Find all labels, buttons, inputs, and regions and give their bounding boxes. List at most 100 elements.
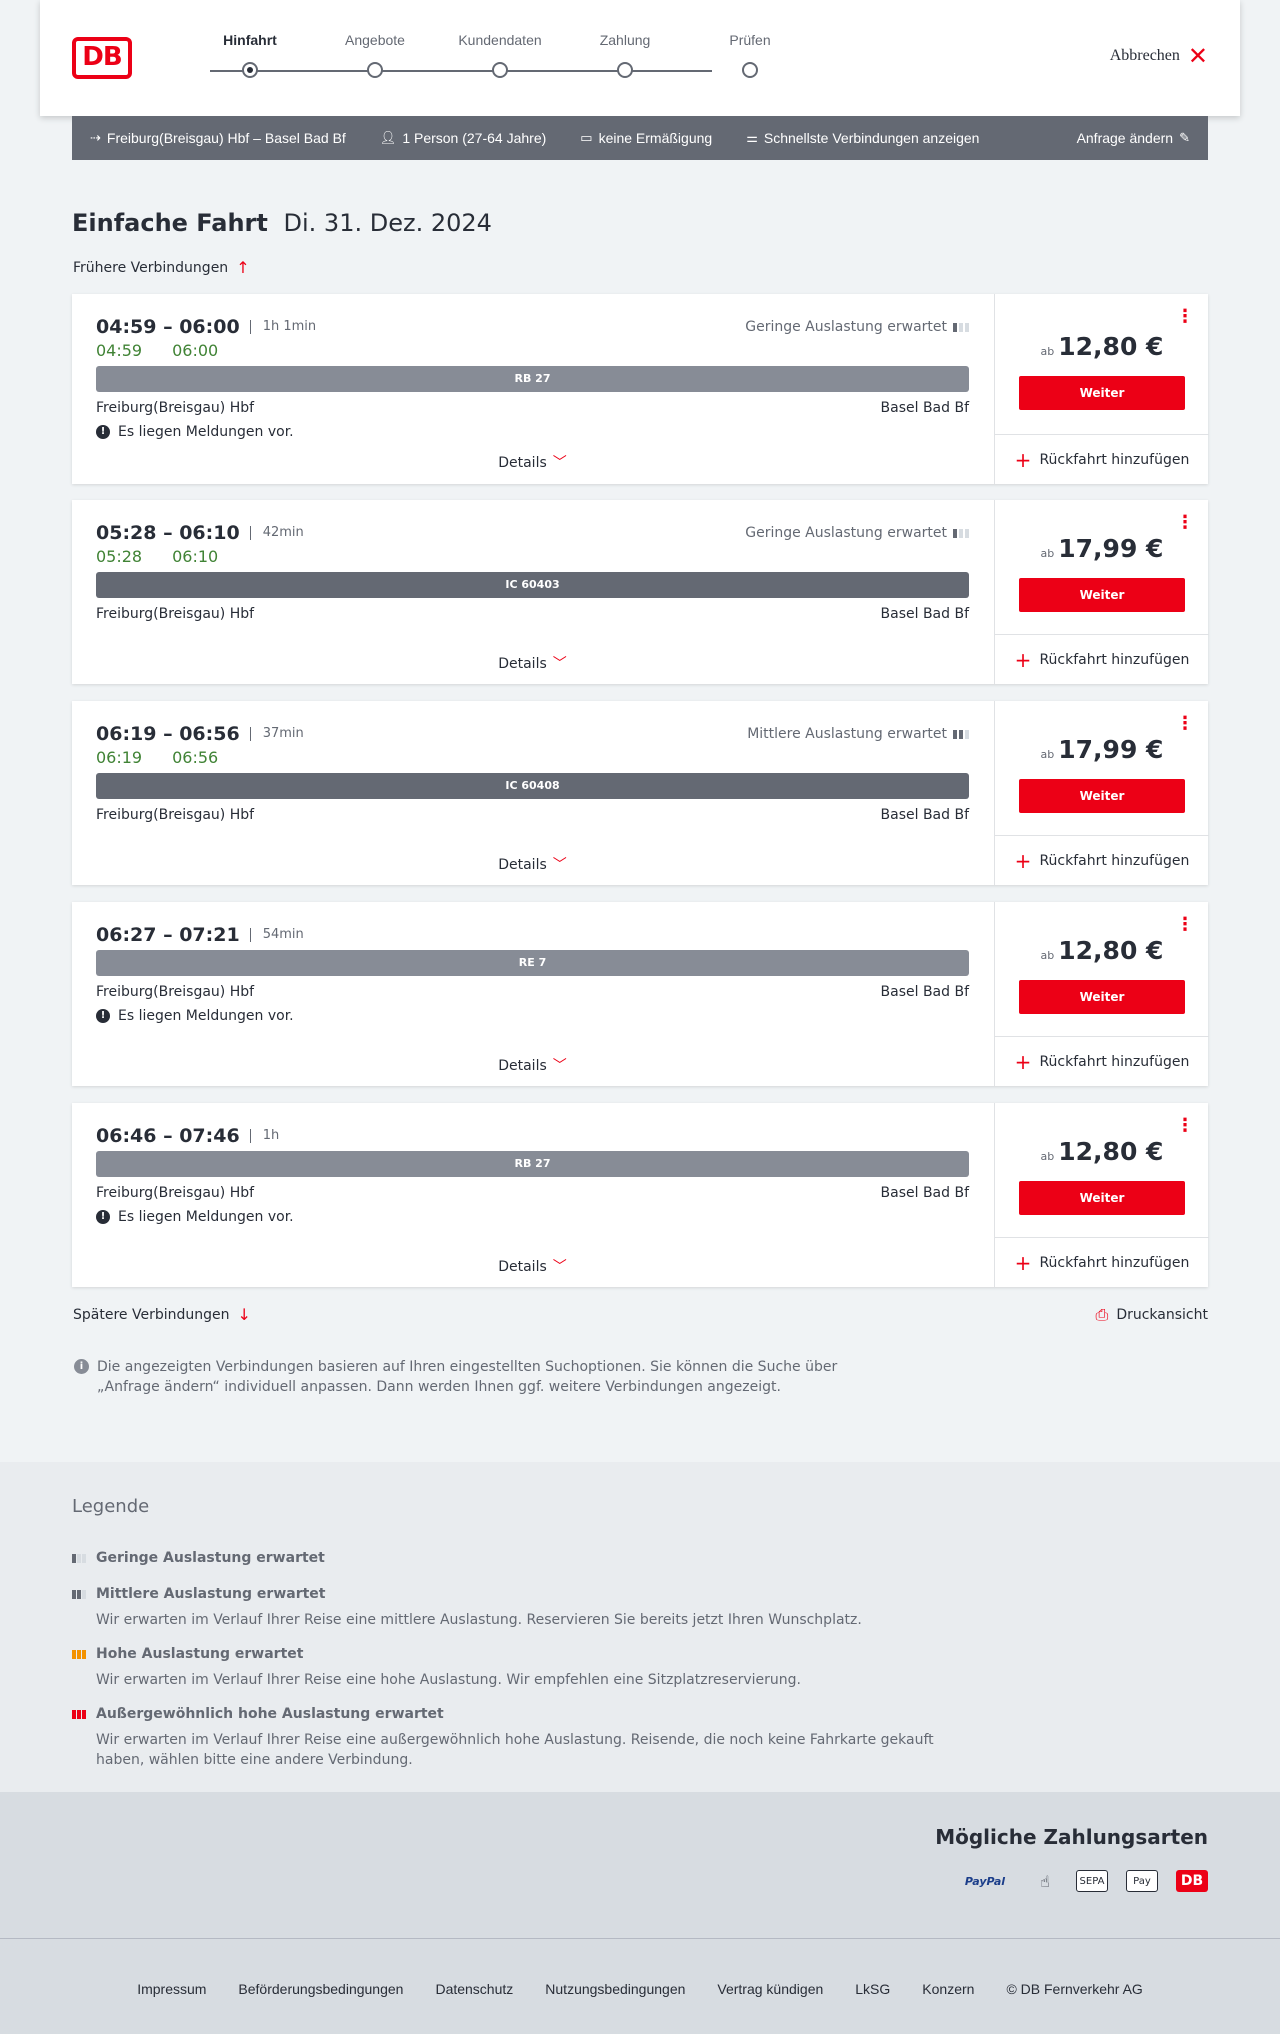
price-value: 12,80 € <box>1058 936 1164 965</box>
connection-times: 04:59 – 06:00 1h 1min <box>96 316 316 338</box>
time-range: 04:59 – 06:00 <box>96 316 240 338</box>
footer-link-datenschutz[interactable]: Datenschutz <box>435 1981 513 1997</box>
discount-summary: ▭ keine Ermäßigung <box>580 130 712 146</box>
earlier-connections-link[interactable]: Frühere Verbindungen ↑ <box>73 258 250 277</box>
edit-request-button[interactable]: Anfrage ändern ✎ <box>1077 130 1190 146</box>
occupancy-icon <box>953 729 969 739</box>
add-return-button[interactable]: + Rückfahrt hinzufügen <box>995 1036 1209 1086</box>
fastest-label: Schnellste Verbindungen anzeigen <box>763 130 980 146</box>
connection-card[interactable]: 06:46 – 07:46 1h RB 27 Freiburg(Breisgau… <box>72 1103 1209 1287</box>
legend-item-high: Hohe Auslastung erwartet Wir erwarten im… <box>72 1646 972 1690</box>
continue-button[interactable]: Weiter <box>1019 779 1185 813</box>
continue-button[interactable]: Weiter <box>1019 980 1185 1014</box>
more-options-icon[interactable]: ⋮ <box>1176 916 1194 934</box>
arrow-right-icon: ⇢ <box>90 130 101 145</box>
cancel-button[interactable]: Abbrechen ✕ <box>1110 42 1208 70</box>
details-toggle[interactable]: Details ﹀ <box>72 854 993 874</box>
add-return-button[interactable]: + Rückfahrt hinzufügen <box>995 1237 1209 1287</box>
occupancy-high-icon <box>72 1649 86 1659</box>
details-toggle[interactable]: Details ﹀ <box>72 1055 993 1075</box>
route-summary: ⇢ Freiburg(Breisgau) Hbf – Basel Bad Bf <box>90 130 346 146</box>
connection-card[interactable]: 05:28 – 06:10 42min 05:28 06:10 Geringe … <box>72 500 1209 684</box>
price-prefix: ab <box>1040 547 1055 560</box>
details-toggle[interactable]: Details ﹀ <box>72 653 993 673</box>
more-options-icon[interactable]: ⋮ <box>1176 514 1194 532</box>
chevron-down-icon: ﹀ <box>552 656 567 672</box>
notice-message: ! Es liegen Meldungen vor. <box>96 424 294 440</box>
train-bar[interactable]: IC 60408 <box>96 773 969 799</box>
footer-link-kuendigen[interactable]: Vertrag kündigen <box>717 1981 823 1997</box>
notice-label: Es liegen Meldungen vor. <box>118 424 294 440</box>
price-panel: ⋮ ab 12,80 € Weiter + Rückfahrt hinzufüge… <box>994 1103 1209 1287</box>
footer-link-nutzung[interactable]: Nutzungsbedingungen <box>545 1981 685 1997</box>
occupancy-indicator: Geringe Auslastung erwartet <box>745 319 969 335</box>
db-logo[interactable]: DB <box>72 37 132 79</box>
connection-details: 06:19 – 06:56 37min 06:19 06:56 Mittlere… <box>72 701 993 885</box>
more-options-icon[interactable]: ⋮ <box>1176 1117 1194 1135</box>
card-icon: ▭ <box>580 130 593 145</box>
continue-button[interactable]: Weiter <box>1019 376 1185 410</box>
realtime-departure: 06:19 <box>96 748 143 767</box>
step-dot-icon <box>367 62 383 78</box>
step-hinfahrt: Hinfahrt <box>190 32 310 78</box>
train-bar[interactable]: RB 27 <box>96 366 969 392</box>
footer-link-konzern[interactable]: Konzern <box>922 1981 974 1997</box>
duration: 1h <box>249 1129 279 1143</box>
duration: 1h 1min <box>249 320 316 334</box>
print-label: Druckansicht <box>1116 1307 1208 1323</box>
arrival-station: Basel Bad Bf <box>880 807 969 823</box>
stations: Freiburg(Breisgau) Hbf Basel Bad Bf <box>96 400 969 416</box>
connection-card[interactable]: 06:19 – 06:56 37min 06:19 06:56 Mittlere… <box>72 701 1209 885</box>
time-range: 06:19 – 06:56 <box>96 723 240 745</box>
alert-icon: ! <box>96 1009 110 1023</box>
connection-card[interactable]: 06:27 – 07:21 54min RE 7 Freiburg(Breisg… <box>72 902 1209 1086</box>
step-label: Kundendaten <box>458 32 542 48</box>
continue-button[interactable]: Weiter <box>1019 578 1185 612</box>
occupancy-icon <box>953 528 969 538</box>
details-toggle[interactable]: Details ﹀ <box>72 452 993 472</box>
train-bar[interactable]: RB 27 <box>96 1151 969 1177</box>
more-options-icon[interactable]: ⋮ <box>1176 715 1194 733</box>
add-return-button[interactable]: + Rückfahrt hinzufügen <box>995 634 1209 684</box>
notice-message: ! Es liegen Meldungen vor. <box>96 1209 294 1225</box>
footer-link-impressum[interactable]: Impressum <box>137 1981 206 1997</box>
price: ab 17,99 € <box>995 735 1209 764</box>
travel-date: Di. 31. Dez. 2024 <box>283 209 492 237</box>
arrow-down-icon: ↓ <box>237 1305 251 1324</box>
printer-icon: ⎙ <box>1095 1305 1109 1324</box>
earlier-label: Frühere Verbindungen <box>73 259 229 276</box>
add-return-button[interactable]: + Rückfahrt hinzufügen <box>995 835 1209 885</box>
add-return-button[interactable]: + Rückfahrt hinzufügen <box>995 434 1209 484</box>
occupancy-label: Geringe Auslastung erwartet <box>745 525 947 541</box>
continue-button[interactable]: Weiter <box>1019 1181 1185 1215</box>
legend-item-extreme: Außergewöhnlich hohe Auslastung erwartet… <box>72 1706 972 1770</box>
alert-icon: ! <box>96 425 110 439</box>
later-connections-link[interactable]: Spätere Verbindungen ↓ <box>73 1305 251 1324</box>
close-icon: ✕ <box>1187 42 1208 70</box>
filter-icon: ⚌ <box>746 130 758 145</box>
train-bar[interactable]: IC 60403 <box>96 572 969 598</box>
price-prefix: ab <box>1040 748 1055 761</box>
legend-item-medium: Mittlere Auslastung erwartet Wir erwarte… <box>72 1586 972 1630</box>
footer: Impressum Beförderungsbedingungen Datens… <box>0 1938 1280 2034</box>
footer-link-lksg[interactable]: LkSG <box>855 1981 890 1997</box>
legend-item-desc: Wir erwarten im Verlauf Ihrer Reise eine… <box>96 1612 862 1628</box>
print-view-link[interactable]: ⎙ Druckansicht <box>1096 1305 1208 1325</box>
fastest-toggle[interactable]: ⚌ Schnellste Verbindungen anzeigen <box>746 130 979 146</box>
info-icon: i <box>74 1359 89 1374</box>
more-options-icon[interactable]: ⋮ <box>1176 308 1194 326</box>
connection-card[interactable]: 04:59 – 06:00 1h 1min 04:59 06:00 Gering… <box>72 294 1209 484</box>
footer-link-befoerderung[interactable]: Beförderungsbedingungen <box>238 1981 403 1997</box>
legend-title: Legende <box>72 1496 150 1517</box>
sepa-icon: SEPA <box>1076 1870 1108 1892</box>
details-label: Details <box>498 1259 547 1275</box>
details-toggle[interactable]: Details ﹀ <box>72 1256 993 1276</box>
notice-message: ! Es liegen Meldungen vor. <box>96 1008 294 1024</box>
chevron-down-icon: ﹀ <box>552 1058 567 1074</box>
stations: Freiburg(Breisgau) Hbf Basel Bad Bf <box>96 606 969 622</box>
train-bar[interactable]: RE 7 <box>96 950 969 976</box>
paypal-icon: PayPal <box>964 1874 1006 1888</box>
chevron-down-icon: ﹀ <box>552 1259 567 1275</box>
connection-details: 06:46 – 07:46 1h RB 27 Freiburg(Breisgau… <box>72 1103 993 1287</box>
step-dot-icon <box>242 62 258 78</box>
